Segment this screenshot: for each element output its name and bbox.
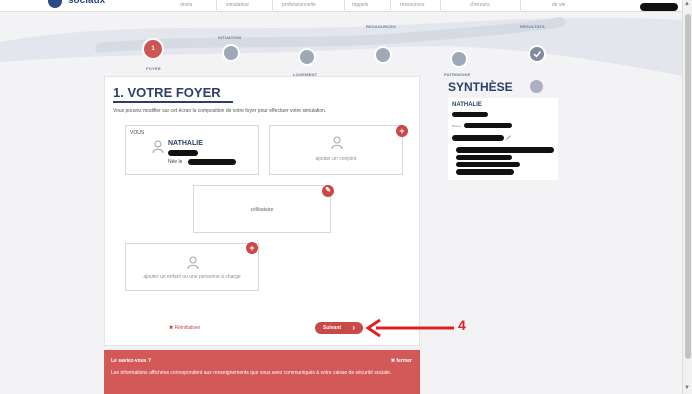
redacted-birth-date <box>464 123 512 128</box>
synthese-panel: NATHALIE Née le <box>448 98 558 180</box>
nav-item-erreurs[interactable]: d'erreurs <box>470 2 490 8</box>
nav-divider <box>216 0 217 10</box>
title-underline <box>113 101 233 103</box>
progress-stepper: 1 FOYER SITUATION LOGEMENT RESSOURCES PA… <box>0 12 682 77</box>
nav-item-droits[interactable]: droits <box>180 2 192 8</box>
foyer-card: 1. VOTRE FOYER Vous pouvez modifier sur … <box>104 76 420 346</box>
step-label-patrimoine: PATRIMOINE <box>444 72 471 77</box>
vous-label: VOUS <box>130 130 145 136</box>
nav-divider <box>440 0 441 10</box>
add-spouse-label: ajouter un conjoint <box>315 156 357 162</box>
logo-text: sociaux <box>68 0 106 6</box>
scroll-up-icon[interactable]: ▲ <box>684 1 690 7</box>
redacted-info <box>456 155 512 160</box>
redacted-info <box>168 150 198 156</box>
annotation-arrow <box>365 318 454 338</box>
nav-item-rappels[interactable]: rappels <box>352 2 368 8</box>
person-name: NATHALIE <box>168 140 203 147</box>
redacted-info <box>452 135 504 141</box>
nav-divider <box>390 0 391 10</box>
pencil-icon[interactable] <box>506 135 511 140</box>
info-title: Le saviez-vous ? <box>111 358 152 364</box>
logo-mark <box>48 0 62 8</box>
step-patrimoine[interactable] <box>450 50 468 68</box>
top-navigation-bar: sociaux droits simulateur professionnell… <box>0 0 682 12</box>
site-logo[interactable]: sociaux <box>10 0 120 10</box>
birth-date-label: Née le <box>168 159 183 165</box>
add-child-label: ajouter un enfant ou une personne à char… <box>143 274 241 280</box>
info-text: Les informations affichées correspondent… <box>111 370 392 376</box>
synthese-person-name: NATHALIE <box>452 102 482 108</box>
nav-divider <box>272 0 273 10</box>
step-label-situation: SITUATION <box>218 35 242 40</box>
person-icon <box>187 256 199 270</box>
add-spouse-card[interactable]: ajouter un conjoint + <box>269 125 408 175</box>
nav-divider <box>520 0 521 10</box>
next-button-label: Suivant <box>323 325 342 331</box>
next-button[interactable]: Suivant › <box>315 322 363 334</box>
nav-item-ressources[interactable]: ressources <box>400 2 424 8</box>
person-icon <box>152 140 164 154</box>
step-label-resultats: RÉSULTATS <box>520 24 545 29</box>
page-title: 1. VOTRE FOYER <box>113 85 221 100</box>
step-foyer[interactable]: 1 <box>142 38 164 60</box>
person-icon <box>331 136 343 150</box>
scroll-down-icon[interactable]: ▼ <box>684 385 690 391</box>
marital-status-card[interactable]: célibataire ✎ <box>193 185 334 233</box>
chevron-right-icon: › <box>352 323 355 332</box>
step-label-foyer: FOYER <box>146 66 161 71</box>
vertical-scrollbar[interactable]: ▲ ▼ <box>682 0 692 394</box>
synthese-birth-label: Née le <box>452 124 461 128</box>
add-child-plus-icon[interactable]: + <box>246 242 258 254</box>
page-description: Vous pouvez modifier sur cet écran la co… <box>113 108 327 114</box>
reset-label: Réinitialiser <box>174 325 201 331</box>
stepper-wave-decoration <box>0 17 682 76</box>
step-logement[interactable] <box>298 48 316 66</box>
add-spouse-plus-icon[interactable]: + <box>396 125 408 137</box>
info-close-button[interactable]: ✖ fermer <box>391 358 412 364</box>
scroll-thumb[interactable] <box>685 14 691 359</box>
synthese-title: SYNTHÈSE <box>448 80 513 94</box>
step-resultats[interactable] <box>528 45 546 63</box>
reset-link[interactable]: ✖ Réinitialiser <box>169 325 200 331</box>
step-ressources[interactable] <box>374 46 392 64</box>
nav-divider <box>344 0 345 10</box>
redacted-info <box>456 169 514 175</box>
redacted-info <box>456 162 520 167</box>
info-banner: Le saviez-vous ? ✖ fermer Les informatio… <box>104 350 420 394</box>
add-child-card[interactable]: ajouter un enfant ou une personne à char… <box>125 242 259 291</box>
info-close-label: fermer <box>396 358 412 364</box>
redacted-birth-date <box>188 159 236 165</box>
nav-item-de-vie[interactable]: de vie <box>552 2 565 8</box>
annotation-number: 4 <box>458 317 466 333</box>
edit-pencil-icon[interactable]: ✎ <box>322 185 334 197</box>
nav-item-simulateur[interactable]: simulateur <box>226 2 249 8</box>
synthese-toggle-circle[interactable] <box>530 80 543 93</box>
redacted-info <box>452 112 488 117</box>
check-icon <box>533 51 542 58</box>
step-situation[interactable] <box>222 44 240 62</box>
step-label-ressources: RESSOURCES <box>366 24 397 29</box>
redacted-info <box>456 147 554 153</box>
person-card-vous[interactable]: VOUS NATHALIE Née le <box>125 125 259 175</box>
nav-item-professionnelle[interactable]: professionnelle <box>282 2 316 8</box>
marital-status-text: célibataire <box>250 207 274 213</box>
account-name-redacted[interactable] <box>640 3 678 11</box>
